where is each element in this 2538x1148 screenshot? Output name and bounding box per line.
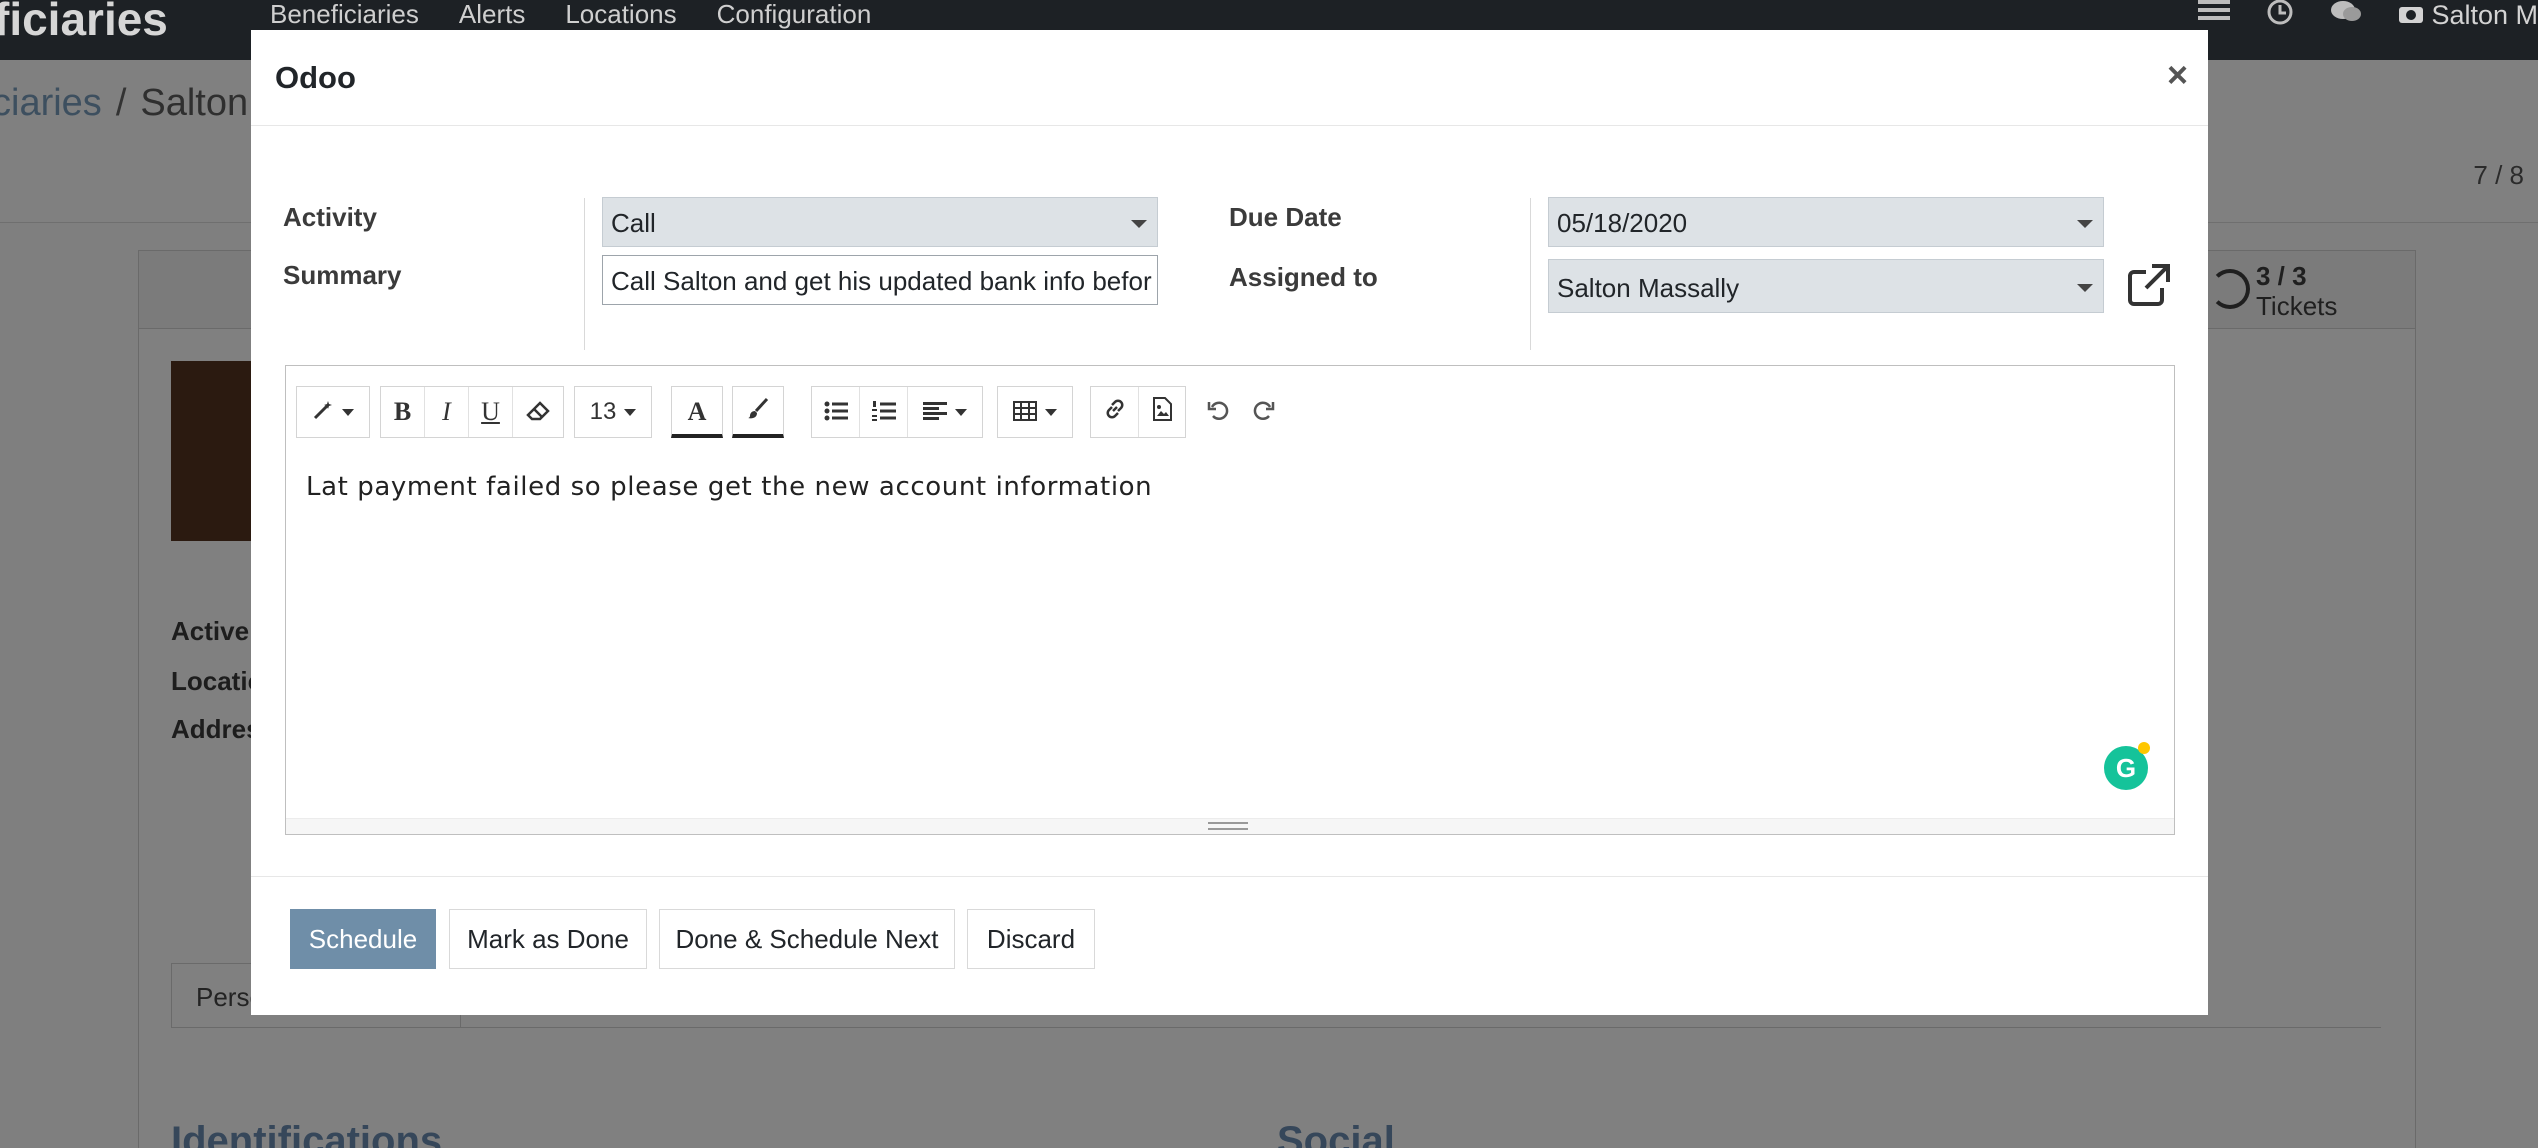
list-icon[interactable]	[2197, 0, 2230, 33]
chevron-down-icon	[624, 408, 637, 416]
numbered-list-button[interactable]	[860, 387, 908, 437]
grammarly-badge	[2138, 742, 2150, 754]
summary-input[interactable]: Call Salton and get his updated bank inf…	[602, 255, 1158, 305]
schedule-activity-dialog: Odoo × Activity Summary Call Call Salton…	[251, 30, 2208, 1015]
table-group	[997, 386, 1073, 438]
insert-group	[1090, 386, 1186, 438]
activity-type-value: Call	[611, 208, 656, 238]
paintbrush-icon	[746, 397, 770, 428]
format-group: B I U	[380, 386, 564, 438]
chevron-down-icon	[1045, 408, 1057, 416]
breadcrumb-parent[interactable]: ciaries	[0, 82, 102, 124]
menu-alerts[interactable]: Alerts	[459, 0, 525, 30]
section-social: Social	[1277, 1119, 1395, 1148]
align-left-icon	[923, 397, 947, 428]
camera-icon	[2398, 0, 2432, 30]
menu-beneficiaries[interactable]: Beneficiaries	[270, 0, 419, 30]
tickets-count: 3 / 3	[2256, 261, 2307, 291]
tickets-label: Tickets	[2256, 291, 2338, 321]
editor-resize-bar[interactable]	[286, 818, 2174, 834]
font-color-group: A	[671, 386, 723, 438]
assigned-to-label: Assigned to	[1229, 262, 1378, 292]
activity-type-select[interactable]: Call	[602, 197, 1158, 247]
font-size-group: 13	[574, 386, 652, 438]
style-dropdown[interactable]	[297, 387, 369, 437]
image-button[interactable]	[1139, 387, 1185, 437]
modal-title: Odoo	[275, 60, 356, 95]
due-date-value: 05/18/2020	[1557, 208, 1688, 238]
redo-icon	[1253, 395, 1275, 429]
paragraph-group	[811, 386, 983, 438]
eraser-button[interactable]	[513, 387, 563, 437]
note-text[interactable]: Lat payment failed so please get the new…	[306, 472, 1152, 502]
style-group	[296, 386, 370, 438]
align-dropdown[interactable]	[908, 387, 982, 437]
field-divider-left	[584, 198, 585, 350]
italic-button[interactable]: I	[425, 387, 469, 437]
navbar-right: Salton M	[2197, 0, 2538, 33]
tab-divider	[171, 1027, 2381, 1028]
redo-button[interactable]	[1242, 386, 1286, 438]
chevron-down-icon	[955, 408, 967, 416]
record-pager: 7 / 8	[2473, 160, 2524, 190]
table-icon	[1013, 397, 1037, 428]
schedule-button[interactable]: Schedule	[290, 909, 436, 969]
underline-button[interactable]: U	[469, 387, 513, 437]
bg-color-group	[732, 386, 784, 438]
due-date-label: Due Date	[1229, 202, 1342, 232]
modal-header: Odoo ×	[251, 30, 2208, 126]
undo-icon	[1207, 395, 1229, 429]
assigned-to-select[interactable]: Salton Massally	[1548, 259, 2104, 313]
breadcrumb-current: Salton	[140, 82, 249, 124]
table-dropdown[interactable]	[998, 387, 1072, 437]
discard-button[interactable]: Discard	[967, 909, 1095, 969]
magic-wand-icon	[312, 397, 334, 428]
menu-locations[interactable]: Locations	[565, 0, 676, 30]
highlight-button[interactable]	[733, 387, 783, 437]
font-size-dropdown[interactable]: 13	[575, 387, 651, 437]
note-editor[interactable]: B I U 13 A Lat payment failed so please …	[285, 365, 2175, 835]
close-icon[interactable]: ×	[2167, 54, 2188, 96]
chevron-down-icon	[2077, 284, 2093, 292]
label-location: Locatic	[171, 666, 263, 696]
user-name: Salton M	[2431, 0, 2538, 30]
field-divider-right	[1530, 198, 1531, 350]
chat-icon[interactable]	[2330, 0, 2362, 33]
bullet-list-icon	[824, 397, 848, 428]
clock-icon[interactable]	[2266, 0, 2294, 33]
menu-configuration[interactable]: Configuration	[717, 0, 872, 30]
summary-label: Summary	[283, 260, 402, 290]
chevron-down-icon	[2077, 220, 2093, 228]
chevron-down-icon	[1131, 220, 1147, 228]
label-address: Addres	[171, 714, 261, 744]
link-button[interactable]	[1091, 387, 1139, 437]
assigned-to-value: Salton Massally	[1557, 273, 1740, 303]
numbered-list-icon	[871, 397, 896, 428]
bullet-list-button[interactable]	[812, 387, 860, 437]
app-brand: ficiaries	[0, 0, 168, 45]
chevron-down-icon	[342, 408, 354, 416]
breadcrumb-separator: /	[115, 82, 127, 124]
ticket-icon	[2210, 269, 2250, 309]
link-icon	[1103, 397, 1127, 428]
main-menu: Beneficiaries Alerts Locations Configura…	[270, 0, 871, 30]
external-link-icon[interactable]	[2126, 262, 2172, 308]
done-schedule-next-button[interactable]: Done & Schedule Next	[659, 909, 955, 969]
breadcrumb: ciaries / Salton	[0, 82, 248, 125]
resize-handle-icon[interactable]	[1208, 822, 1248, 830]
label-active: Active	[171, 616, 250, 646]
user-menu[interactable]: Salton M	[2398, 0, 2538, 31]
bold-button[interactable]: B	[381, 387, 425, 437]
modal-footer: Schedule Mark as Done Done & Schedule Ne…	[251, 876, 2208, 1015]
due-date-picker[interactable]: 05/18/2020	[1548, 197, 2104, 247]
file-image-icon	[1152, 396, 1172, 428]
mark-as-done-button[interactable]: Mark as Done	[449, 909, 647, 969]
undo-button[interactable]	[1196, 386, 1240, 438]
font-color-button[interactable]: A	[672, 387, 722, 437]
eraser-icon	[526, 397, 550, 428]
activity-label: Activity	[283, 202, 377, 232]
section-identifications: Identifications	[171, 1119, 443, 1148]
font-size-value: 13	[589, 398, 617, 425]
